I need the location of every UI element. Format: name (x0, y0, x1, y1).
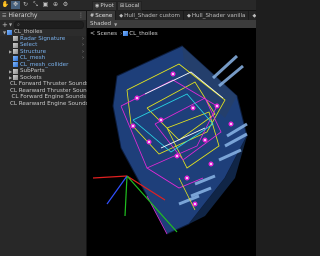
hierarchy-item-label: Select (20, 42, 38, 49)
open-prefab-chevron-icon[interactable]: › (82, 49, 84, 55)
prefab-icon (13, 55, 18, 61)
hierarchy-item-label: Sockets (20, 74, 42, 81)
hierarchy-item-label: Structure (20, 48, 47, 55)
dropdown-caret-icon[interactable]: ▼ (9, 22, 12, 27)
tab-label: Scene (95, 12, 113, 19)
tab-scene[interactable]: # Scene (87, 11, 117, 20)
scene-render (92, 45, 248, 235)
hierarchy-item[interactable]: CL Rearward Engine Sounds (0, 100, 89, 108)
breadcrumb-scenes[interactable]: Scenes (97, 31, 117, 37)
tab-label: Hull_Shader custom (124, 12, 180, 19)
hierarchy-item-label: CL Rearward Engine Sounds (10, 100, 89, 107)
breadcrumb-object[interactable]: CL_thoiles (129, 31, 157, 37)
breadcrumb-separator-icon: › (120, 30, 123, 37)
hierarchy-list: ▼ CL_thoiles Radar Signature › Select › ▶ Struc… (0, 29, 93, 108)
hierarchy-icon: ☰ (2, 12, 7, 19)
custom-tool-icon[interactable]: ⚙ (61, 1, 70, 9)
rect-tool-icon[interactable]: ▣ (41, 1, 50, 9)
hierarchy-tab[interactable]: ☰ Hierarchy ⋮ (0, 11, 86, 20)
prefab-icon (13, 62, 18, 68)
gameobject-icon (13, 36, 18, 42)
gameobject-icon (8, 94, 10, 100)
shader-graph-icon: ◆ (252, 12, 256, 19)
prefab-icon (123, 31, 129, 36)
hierarchy-item-label: CL_thoiles (14, 29, 43, 36)
chevron-down-icon[interactable]: ▼ (114, 22, 117, 27)
shader-graph-icon: ◆ (119, 12, 124, 19)
hierarchy-item-label: SubParts (20, 68, 45, 75)
open-prefab-chevron-icon[interactable]: › (82, 55, 84, 61)
tab-hull-shader-vanilla[interactable]: ◆ Hull_Shader vanilla (184, 11, 250, 20)
ship-hull (112, 45, 248, 235)
hierarchy-search-input[interactable]: ⌕ (14, 20, 84, 29)
prefab-icon (7, 29, 12, 35)
add-icon[interactable]: + (2, 21, 9, 29)
hierarchy-item-label: CL Forward Engine Sounds (11, 94, 86, 101)
breadcrumb: < Scenes › CL_thoiles (90, 30, 158, 37)
scale-icon[interactable]: ⤡ (31, 1, 40, 9)
kebab-menu-icon[interactable]: ⋮ (78, 12, 84, 19)
pivot-toggle[interactable]: ◉ Pivot (92, 1, 117, 11)
transform-icon[interactable]: ⊕ (51, 1, 60, 9)
gameobject-icon (13, 49, 18, 55)
local-icon: ⊞ (119, 3, 125, 9)
hierarchy-panel: ☰ Hierarchy ⋮ + ▼ ⌕ ▼ CL_thoiles Radar Sig… (0, 11, 93, 256)
pivot-label: Pivot (100, 3, 114, 9)
main-toolbar: ✋ ✥ ↻ ⤡ ▣ ⊕ ⚙ ◉ Pivot ⊞ Local (0, 0, 256, 11)
search-icon: ⌕ (17, 21, 20, 28)
gameobject-icon (13, 42, 18, 48)
scene-panel: # Scene ◆ Hull_Shader custom ◆ Hull_Shader va… (87, 11, 256, 256)
hierarchy-item-label: CL_mesh_collider (20, 61, 69, 68)
move-icon[interactable]: ✥ (11, 1, 20, 9)
hierarchy-title: Hierarchy (8, 12, 38, 19)
shading-mode-dropdown[interactable]: Shaded (90, 21, 111, 27)
hierarchy-item-label: CL Rearward Thruster Sounds (10, 87, 94, 94)
open-prefab-chevron-icon[interactable]: › (82, 36, 84, 42)
back-button[interactable]: < (90, 30, 95, 37)
gameobject-icon (13, 68, 18, 74)
scene-tab-icon: # (90, 12, 95, 19)
scene-viewport[interactable]: < Scenes › CL_thoiles (87, 28, 256, 256)
hierarchy-item-label: Radar Signature (20, 35, 66, 42)
hierarchy-toolbar: + ▼ ⌕ (0, 20, 86, 29)
tab-hull-pai[interactable]: ◆Hull_Pai (249, 11, 256, 20)
scene-view-toolbar: Shaded ▼ (87, 20, 256, 28)
hierarchy-item-label: CL Forward Thruster Sounds (10, 81, 90, 88)
local-toggle[interactable]: ⊞ Local (116, 1, 143, 11)
rotate-icon[interactable]: ↻ (21, 1, 30, 9)
local-label: Local (125, 3, 140, 9)
hierarchy-item-label: CL_mesh (20, 55, 46, 62)
tool-group: ✋ ✥ ↻ ⤡ ▣ ⊕ ⚙ (0, 1, 70, 9)
shader-graph-icon: ◆ (186, 12, 191, 19)
pivot-icon: ◉ (95, 3, 100, 9)
tab-hull-shader-custom[interactable]: ◆ Hull_Shader custom (116, 11, 184, 20)
scene-tab-bar: # Scene ◆ Hull_Shader custom ◆ Hull_Shader va… (87, 11, 256, 20)
open-prefab-chevron-icon[interactable]: › (82, 42, 84, 48)
gameobject-icon (13, 75, 18, 81)
hand-icon[interactable]: ✋ (1, 1, 10, 9)
pivot-group: ◉ Pivot ⊞ Local (92, 1, 143, 11)
tab-label: Hull_Shader vanilla (191, 12, 246, 19)
